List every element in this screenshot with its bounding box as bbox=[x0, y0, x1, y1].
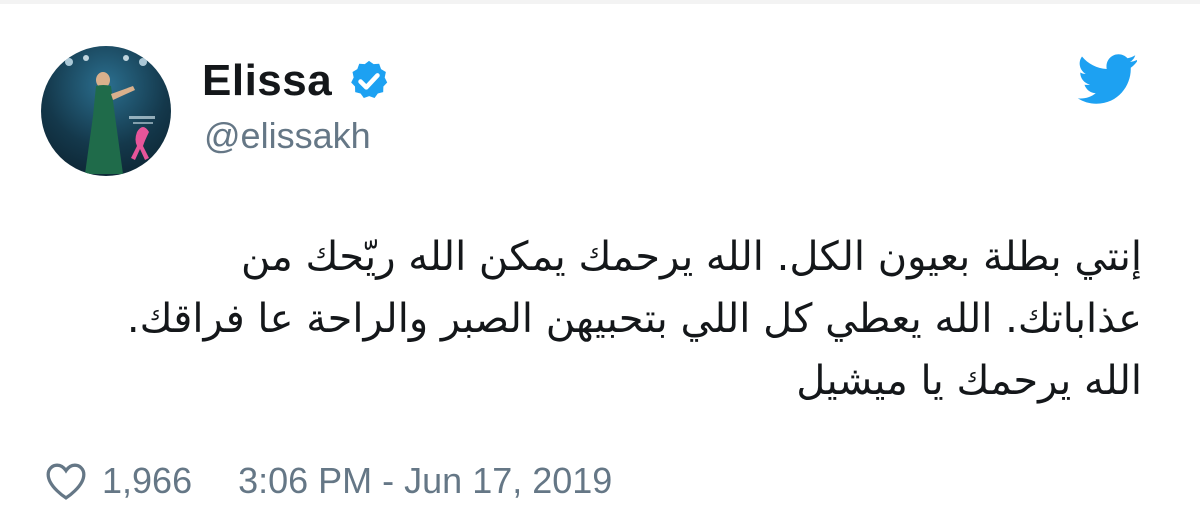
like-count[interactable]: 1,966 bbox=[102, 460, 192, 502]
user-handle[interactable]: @elissakh bbox=[204, 115, 371, 157]
avatar[interactable] bbox=[41, 46, 171, 176]
verified-badge-icon bbox=[351, 60, 388, 99]
tweet-card: Elissa @elissakh إنتي بطلة بعيون الكل. ا… bbox=[0, 0, 1200, 529]
heart-icon[interactable] bbox=[44, 461, 88, 501]
tweet-text-line: عذاباتك. الله يعطي كل اللي بتحبيهن الصبر… bbox=[126, 296, 1142, 342]
tweet-text: إنتي بطلة بعيون الكل. الله يرحمك يمكن ال… bbox=[42, 226, 1142, 412]
author-name-row: Elissa bbox=[202, 52, 392, 110]
tweet-text-line: إنتي بطلة بعيون الكل. الله يرحمك يمكن ال… bbox=[240, 234, 1142, 280]
display-name[interactable]: Elissa bbox=[202, 56, 332, 106]
avatar-image bbox=[65, 55, 155, 174]
timestamp[interactable]: 3:06 PM - Jun 17, 2019 bbox=[238, 460, 612, 502]
twitter-bird-icon[interactable] bbox=[1077, 54, 1139, 104]
tweet-footer: 1,966 3:06 PM - Jun 17, 2019 bbox=[44, 456, 612, 506]
tweet-text-line: الله يرحمك يا ميشيل bbox=[796, 358, 1142, 404]
top-divider bbox=[0, 0, 1200, 4]
